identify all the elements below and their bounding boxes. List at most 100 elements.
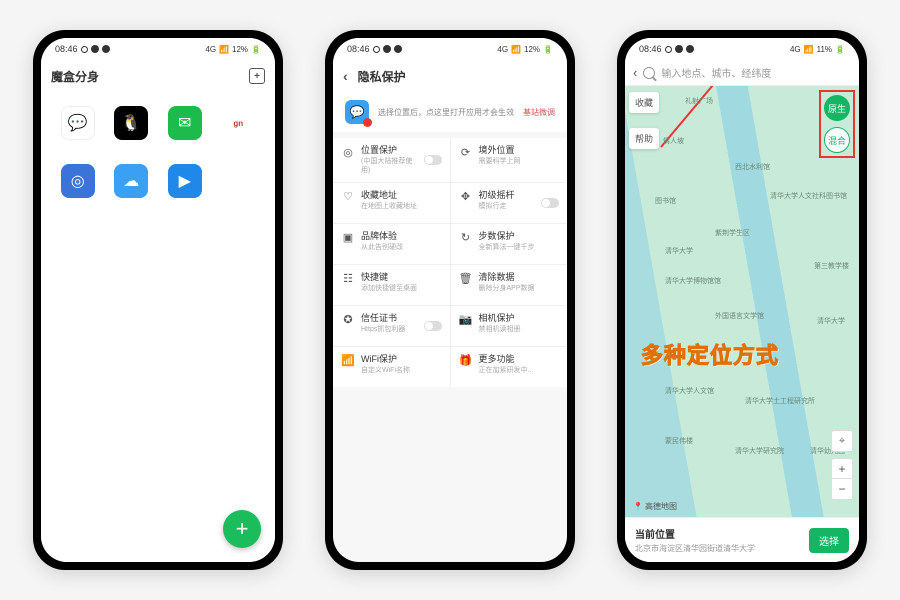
globe-icon: ⟳ [459,145,473,159]
tab-help[interactable]: 帮助 [629,128,659,149]
search-input[interactable]: 输入地点、城市、经纬度 [661,65,851,80]
trash-icon: 🗑 [459,272,473,286]
setting-more[interactable]: 🎁更多功能正在加紧研发中... [451,347,568,387]
status-dot-icon [665,46,672,53]
map-label: 外国语言文学馆 [715,311,764,321]
tab-favorites[interactable]: 收藏 [629,92,659,113]
privacy-content: 💬 选择位置后，点这里打开应用才会生效 基站微调 ◎位置保护(中国大陆推荐使用)… [333,92,567,562]
setting-favorite-address[interactable]: ♡收藏地址在地图上收藏地址 [333,183,450,223]
app-icon-galaxy[interactable]: gn [221,106,255,140]
phone-3: 08:46 4G 📶 11% 🔋 ‹ 输入地点、城市、经纬度 收藏 帮助 [617,30,867,570]
back-icon[interactable]: ‹ [633,65,637,80]
privacy-header: ‹ 隐私保护 [333,60,567,92]
map-label: 蒙民伟楼 [665,436,693,446]
location-panel: 当前位置 北京市海淀区清华园街道清华大学 选择 [625,517,859,562]
map-canvas[interactable]: 收藏 帮助 原生 混合 多种定位方式 礼射广场 情人坡 图书馆 西北水利馆 清华… [625,86,859,562]
map-label: 清华大学土工程研究所 [745,396,815,406]
app-icon-chat[interactable]: 💬 [61,106,95,140]
status-dot-icon [394,45,402,53]
overlay-title: 多种定位方式 [641,338,779,370]
setting-camera[interactable]: 📷相机保护禁相机读相册 [451,306,568,346]
map-label: 清华大学博物馆馆 [665,276,721,286]
plus-icon: + [236,516,249,542]
setting-joystick[interactable]: ✥初级摇杆模拟行走 [451,183,568,223]
map-label: 紫荆学生区 [715,228,750,238]
status-bar: 08:46 4G 📶 11% 🔋 [625,38,859,60]
app-icon-wechat[interactable]: ✉ [168,106,202,140]
setting-brand[interactable]: ▣品牌体验从此告别硬改 [333,224,450,264]
status-time: 08:46 [347,44,370,54]
zoom-controls: + − [831,458,853,500]
selected-app-row[interactable]: 💬 选择位置后，点这里打开应用才会生效 基站微调 [333,92,567,132]
status-net: 4G [497,45,508,54]
app-header: 魔盒分身 + [41,60,275,92]
setting-wifi[interactable]: 📶WiFi保护自定义WiFi名称 [333,347,450,387]
mode-mixed-button[interactable]: 混合 [824,127,850,153]
gift-icon: 🎁 [459,354,473,368]
base-station-link[interactable]: 基站微调 [523,107,555,118]
mode-native-button[interactable]: 原生 [824,95,850,121]
phone-1: 08:46 4G 📶 12% 🔋 魔盒分身 + 💬 🐧 ✉ gn ◎ [33,30,283,570]
location-address: 北京市海淀区清华园街道清华大学 [635,543,755,554]
setting-steps[interactable]: ↻步数保护全新算法一键千步 [451,224,568,264]
app-icon-cloud[interactable]: ☁ [114,164,148,198]
map-label: 清华大学研究院 [735,446,784,456]
map-label: 清华大学人文馆 [665,386,714,396]
setting-cert[interactable]: ✪信任证书Https抓包利器 [333,306,450,346]
setting-shortcut[interactable]: ☷快捷键添加快捷键至桌面 [333,265,450,305]
mode-badge-group: 原生 混合 [819,90,855,158]
app-hint: 选择位置后，点这里打开应用才会生效 [378,107,514,118]
toggle[interactable] [424,321,442,331]
zoom-out-button[interactable]: − [832,479,852,499]
map-content[interactable]: 收藏 帮助 原生 混合 多种定位方式 礼射广场 情人坡 图书馆 西北水利馆 清华… [625,86,859,562]
status-time: 08:46 [639,44,662,54]
steps-icon: ↻ [459,231,473,245]
wifi-icon: 📶 [341,354,355,368]
setting-overseas-location[interactable]: ⟳境外位置需要科学上网 [451,138,568,182]
shortcut-icon: ☷ [341,272,355,286]
screen-1: 08:46 4G 📶 12% 🔋 魔盒分身 + 💬 🐧 ✉ gn ◎ [41,38,275,562]
status-net: 4G [205,45,216,54]
status-bar: 08:46 4G 📶 12% 🔋 [333,38,567,60]
status-dot-icon [81,46,88,53]
map-label: 清华大学 [817,316,845,326]
setting-clear-data[interactable]: 🗑清除数据删除分身APP数据 [451,265,568,305]
phone-2: 08:46 4G 📶 12% 🔋 ‹ 隐私保护 💬 选择位置后，点这里打开应用才… [325,30,575,570]
map-search-bar: ‹ 输入地点、城市、经纬度 [625,60,859,86]
app-icon-blue1[interactable]: ◎ [61,164,95,198]
camera-icon: 📷 [459,313,473,327]
status-dot-icon [373,46,380,53]
heart-icon: ♡ [341,190,355,204]
app-icon-bird[interactable]: ▶ [168,164,202,198]
back-icon[interactable]: ‹ [343,68,348,84]
toggle[interactable] [424,155,442,165]
chat-icon: 💬 [345,100,369,124]
badge-dot-icon [363,118,372,127]
status-time: 08:46 [55,44,78,54]
search-icon [643,67,655,79]
map-label: 情人坡 [663,136,684,146]
select-location-button[interactable]: 选择 [809,528,849,553]
toggle[interactable] [541,198,559,208]
app-icon-qq[interactable]: 🐧 [114,106,148,140]
setting-location-protect[interactable]: ◎位置保护(中国大陆推荐使用) [333,138,450,182]
status-battery: 12% [232,45,248,54]
joystick-icon: ✥ [459,190,473,204]
brand-icon: ▣ [341,231,355,245]
zoom-in-button[interactable]: + [832,459,852,479]
map-label: 礼射广场 [685,96,713,106]
map-label: 图书馆 [655,196,676,206]
screen-3: 08:46 4G 📶 11% 🔋 ‹ 输入地点、城市、经纬度 收藏 帮助 [625,38,859,562]
app-grid-content: 💬 🐧 ✉ gn ◎ ☁ ▶ + [41,92,275,562]
grid-add-icon[interactable]: + [249,68,265,84]
status-dot-icon [686,45,694,53]
fab-add-button[interactable]: + [223,510,261,548]
status-battery: 12% [524,45,540,54]
app-grid: 💬 🐧 ✉ gn ◎ ☁ ▶ [41,92,275,562]
locate-me-button[interactable]: ⌖ [831,430,853,452]
map-label: 清华大学 [665,246,693,256]
map-label: 清华大学人文社科图书馆 [770,191,847,201]
location-icon: ◎ [341,145,355,159]
map-label: 第三教学楼 [814,261,849,271]
settings-grid: ◎位置保护(中国大陆推荐使用) ⟳境外位置需要科学上网 ♡收藏地址在地图上收藏地… [333,138,567,387]
